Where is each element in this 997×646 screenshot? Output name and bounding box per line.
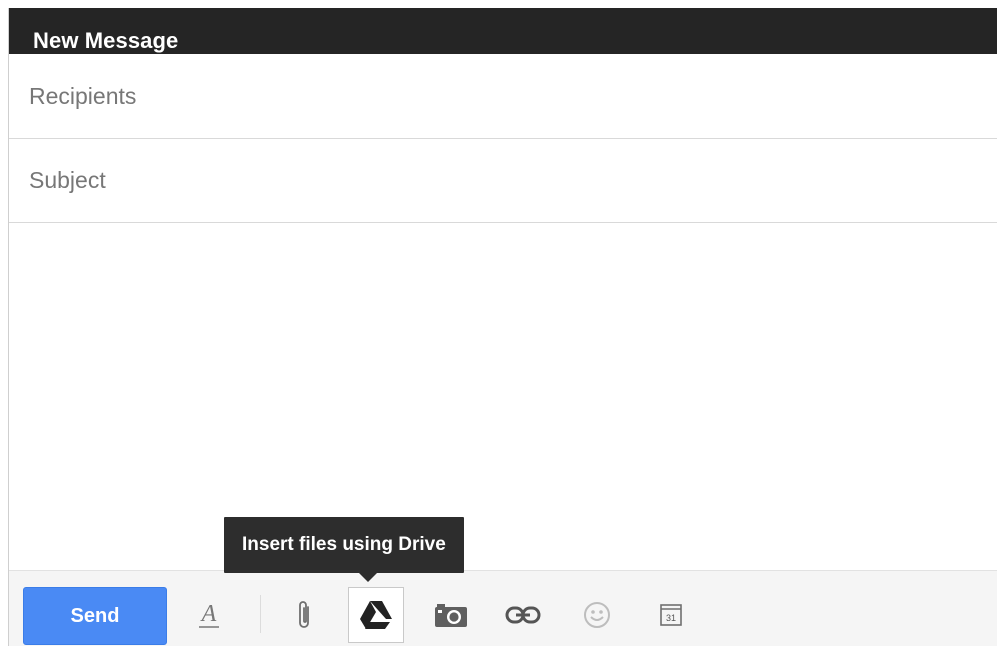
drive-tooltip-arrow [359,573,377,582]
attach-files-button[interactable] [277,587,333,643]
toolbar-divider [260,595,261,633]
compose-titlebar[interactable]: New Message [9,8,997,54]
formatting-options-button[interactable]: A [181,587,237,643]
svg-text:A: A [200,601,217,627]
formatting-options-icon: A [194,599,224,631]
insert-drive-button[interactable] [348,587,404,643]
compose-toolbar: Send A 31 [9,570,997,646]
calendar-day-number: 31 [666,613,676,623]
insert-photo-button[interactable] [423,587,479,643]
recipients-input[interactable] [29,54,969,138]
insert-link-button[interactable] [495,587,551,643]
insert-emoticon-button[interactable] [569,587,625,643]
subject-input[interactable] [29,139,969,222]
attach-files-icon [295,598,315,632]
calendar-invite-button[interactable]: 31 [643,587,699,643]
send-button[interactable]: Send [23,587,167,645]
compose-title: New Message [33,28,179,53]
compose-window: New Message Send A [8,8,997,646]
calendar-invite-icon: 31 [659,603,683,627]
message-body[interactable] [9,224,997,570]
insert-photo-icon [433,601,469,629]
drive-tooltip: Insert files using Drive [224,517,464,573]
subject-row [9,139,997,223]
insert-link-icon [505,605,541,625]
insert-emoticon-icon [582,600,612,630]
recipients-row [9,54,997,139]
google-drive-icon [359,600,393,630]
